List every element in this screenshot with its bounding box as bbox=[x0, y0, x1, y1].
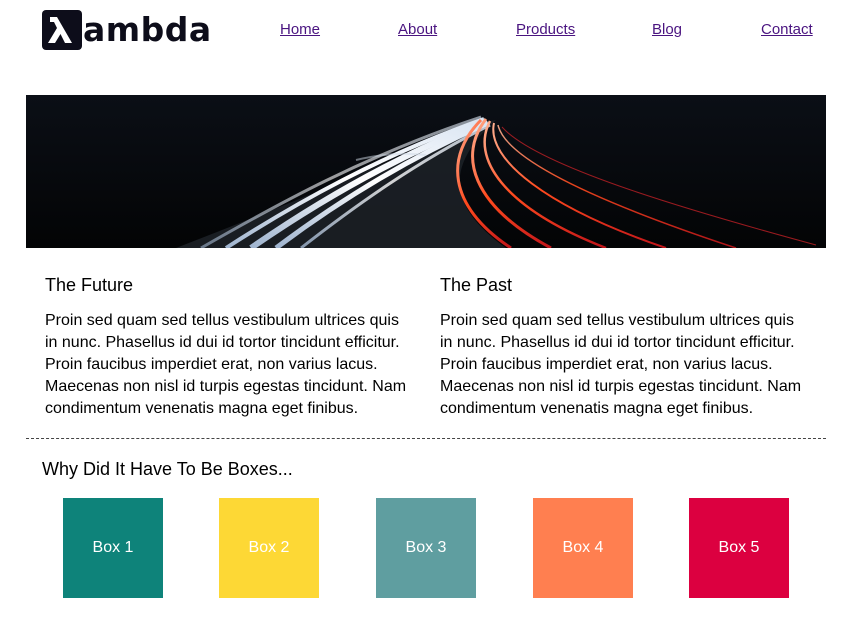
section-title: The Past bbox=[440, 275, 513, 295]
boxes-section-title: Why Did It Have To Be Boxes... bbox=[42, 459, 293, 479]
box-3: Box 3 bbox=[376, 498, 476, 598]
section-the-future: The Future Proin sed quam sed tellus ves… bbox=[45, 270, 415, 420]
section-body: Proin sed quam sed tellus vestibulum ult… bbox=[440, 312, 802, 417]
box-label: Box 4 bbox=[562, 539, 604, 556]
dashed-divider bbox=[26, 438, 826, 439]
box-label: Box 2 bbox=[248, 539, 290, 556]
box-2: Box 2 bbox=[219, 498, 319, 598]
logo-text: ambda bbox=[83, 10, 212, 49]
site-header: ambda Home About Products Blog Contact bbox=[0, 0, 852, 95]
box-label: Box 5 bbox=[718, 539, 760, 556]
box-4: Box 4 bbox=[533, 498, 633, 598]
lambda-icon bbox=[42, 10, 82, 50]
nav-about-link[interactable]: About bbox=[398, 21, 437, 38]
section-the-past: The Past Proin sed quam sed tellus vesti… bbox=[440, 270, 810, 420]
nav-contact-link[interactable]: Contact bbox=[761, 21, 813, 38]
section-title: The Future bbox=[45, 275, 134, 295]
section-body: Proin sed quam sed tellus vestibulum ult… bbox=[45, 312, 407, 417]
nav-home-link[interactable]: Home bbox=[280, 21, 320, 38]
logo[interactable]: ambda bbox=[42, 10, 212, 50]
box-5: Box 5 bbox=[689, 498, 789, 598]
hero-image bbox=[26, 95, 826, 248]
box-label: Box 1 bbox=[92, 539, 134, 556]
box-label: Box 3 bbox=[405, 539, 447, 556]
nav-blog-link[interactable]: Blog bbox=[652, 21, 682, 38]
box-1: Box 1 bbox=[63, 498, 163, 598]
nav-products-link[interactable]: Products bbox=[516, 21, 575, 38]
